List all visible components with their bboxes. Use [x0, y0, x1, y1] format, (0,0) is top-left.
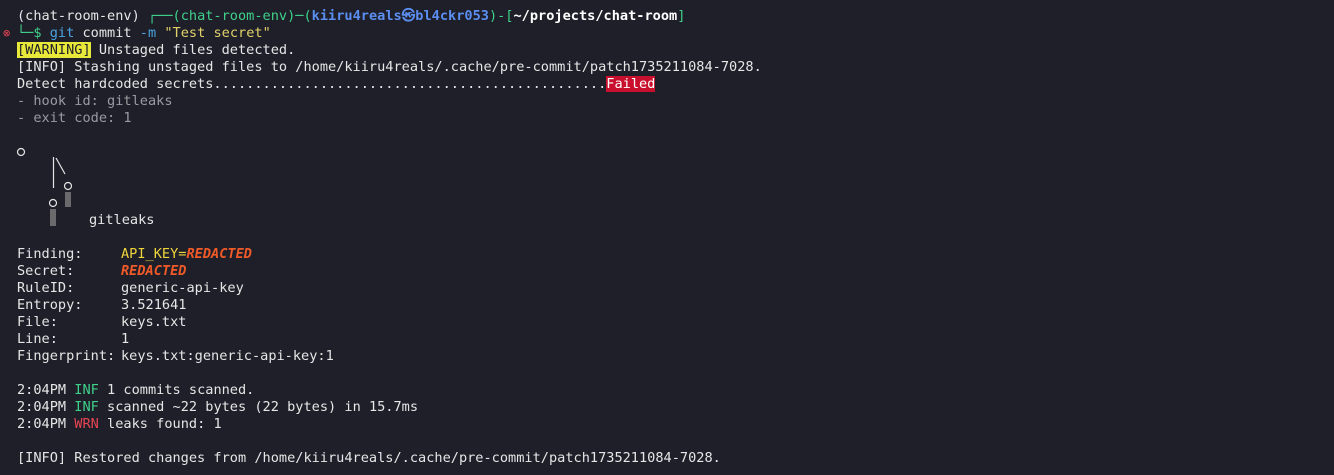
log-message: scanned ~22 bytes (22 bytes) in 15.7ms [107, 399, 419, 415]
hook-id-line: - hook id: gitleaks [17, 93, 173, 109]
log-line: 2:04PM INF scanned ~22 bytes (22 bytes) … [0, 399, 1334, 416]
fingerprint-row: Fingerprint: keys.txt:generic-api-key:1 [0, 348, 1334, 365]
line-row: Line: 1 [0, 331, 1334, 348]
log-level: WRN [74, 416, 99, 432]
log-level: INF [74, 382, 99, 398]
rule-id-row: RuleID: generic-api-key [0, 280, 1334, 297]
warning-badge: [WARNING] [17, 42, 91, 58]
log-time: 2:04PM [17, 382, 67, 398]
line-value: 1 [121, 331, 130, 347]
command-flag: -m [139, 25, 157, 41]
line-label: Line: [17, 331, 58, 347]
exit-code-line: - exit code: 1 [17, 110, 132, 126]
restore-info-line: [INFO] Restored changes from /home/kiiru… [17, 450, 721, 466]
prompt-venv: (chat-room-env) [172, 8, 296, 24]
log-level: INF [74, 399, 99, 415]
log-message: 1 commits scanned. [107, 382, 255, 398]
stash-info-line: [INFO] Stashing unstaged files to /home/… [17, 59, 762, 75]
prompt-close-bracket: ] [677, 8, 686, 24]
entropy-value: 3.521641 [121, 297, 187, 313]
warning-text: Unstaged files detected. [90, 42, 296, 58]
finding-row: Finding: API_KEY=REDACTED [0, 246, 1334, 263]
rule-id-value: generic-api-key [121, 280, 244, 296]
finding-redacted: REDACTED [186, 246, 252, 262]
file-row: File: keys.txt [0, 314, 1334, 331]
entropy-row: Entropy: 3.521641 [0, 297, 1334, 314]
fingerprint-label: Fingerprint: [17, 348, 116, 364]
command-git: git [49, 25, 75, 41]
prompt-user-host: kiiru4reals㉿bl4ckr053 [311, 8, 489, 24]
command-arg: commit [74, 25, 140, 41]
finding-key: API_KEY= [121, 246, 187, 262]
secret-redacted: REDACTED [121, 263, 187, 279]
terminal-output[interactable]: (chat-room-env) ┌──(chat-room-env)─(kiir… [0, 8, 1334, 467]
failed-badge: Failed [606, 76, 656, 92]
log-line: 2:04PM INF 1 commits scanned. [0, 382, 1334, 399]
fingerprint-value: keys.txt:generic-api-key:1 [121, 348, 334, 364]
log-line: 2:04PM WRN leaks found: 1 [0, 416, 1334, 433]
gitleaks-logo: gitleaks [0, 144, 1334, 229]
prompt-path: ~/projects/chat-room [513, 8, 678, 24]
command-message: "Test secret" [156, 25, 271, 41]
prompt-line-2: ⊗ └─$ git commit -m "Test secret" [0, 25, 1334, 42]
file-label: File: [17, 314, 58, 330]
log-time: 2:04PM [17, 416, 67, 432]
secret-label: Secret: [17, 263, 75, 279]
error-status-icon: ⊗ [3, 26, 11, 40]
detect-label: Detect hardcoded secrets................… [17, 76, 607, 92]
prompt-dash-bracket: )-[ [488, 8, 514, 24]
entropy-label: Entropy: [17, 297, 83, 313]
log-message: leaks found: 1 [107, 416, 222, 432]
detect-line: Detect hardcoded secrets................… [0, 76, 1334, 93]
finding-label: Finding: [17, 246, 83, 262]
prompt-corner-top: ┌── [139, 8, 173, 24]
rule-id-label: RuleID: [17, 280, 75, 296]
warning-line: [WARNING] Unstaged files detected. [0, 42, 1334, 59]
prompt-corner-bottom: └─$ [17, 25, 50, 41]
gitleaks-name: gitleaks [89, 212, 155, 228]
venv-label: (chat-room-env) [17, 8, 140, 24]
secret-row: Secret: REDACTED [0, 263, 1334, 280]
file-value: keys.txt [121, 314, 187, 330]
prompt-dash: ─( [295, 8, 312, 24]
prompt-line-1: (chat-room-env) ┌──(chat-room-env)─(kiir… [0, 8, 1334, 25]
log-time: 2:04PM [17, 399, 67, 415]
